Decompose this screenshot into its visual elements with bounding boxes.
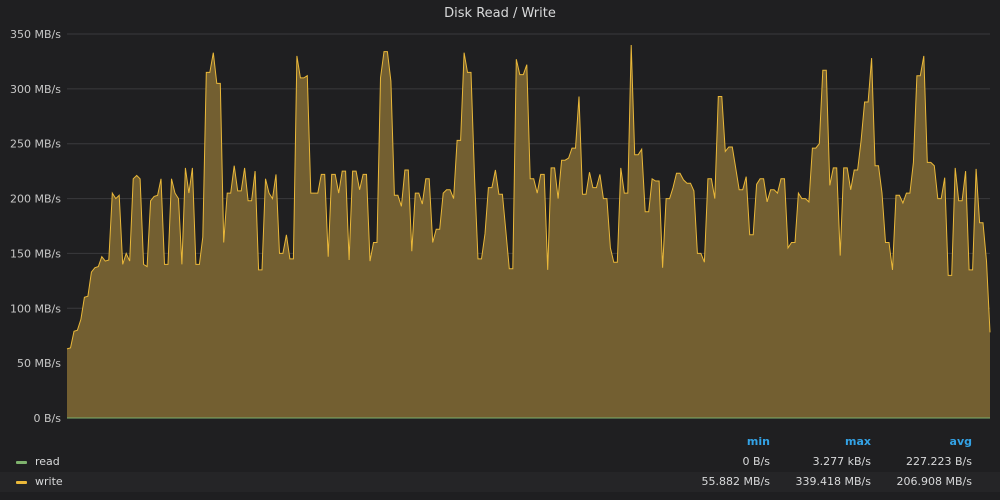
legend-header: min max avg: [0, 432, 1000, 452]
legend-row-write[interactable]: write 55.882 MB/s 339.418 MB/s 206.908 M…: [0, 472, 1000, 492]
legend-series-name-write[interactable]: write: [35, 472, 63, 492]
y-tick-label: 200 MB/s: [10, 193, 61, 206]
write-min-value: 55.882 MB/s: [701, 475, 770, 488]
write-swatch-icon[interactable]: [16, 481, 27, 484]
y-tick-label: 100 MB/s: [10, 302, 61, 315]
disk-io-chart: 0 B/s 50 MB/s 100 MB/s 150 MB/s 200 MB/s 250 …: [10, 28, 991, 425]
legend-header-max[interactable]: max: [845, 432, 871, 452]
legend: min max avg read 0 B/s 3.277 kB/s 227.22…: [0, 432, 1000, 492]
read-min-value: 0 B/s: [742, 455, 770, 468]
y-axis-ticks: 0 B/s 50 MB/s 100 MB/s 150 MB/s 200 MB/s 250 …: [10, 28, 61, 425]
legend-header-min[interactable]: min: [747, 432, 770, 452]
series-layer: [66, 44, 991, 419]
write-max-value: 339.418 MB/s: [795, 475, 871, 488]
legend-header-avg[interactable]: avg: [950, 432, 972, 452]
legend-series-name-read[interactable]: read: [35, 452, 60, 472]
y-tick-label: 350 MB/s: [10, 28, 61, 41]
y-tick-label: 250 MB/s: [10, 138, 61, 151]
y-tick-label: 150 MB/s: [10, 247, 61, 260]
write-avg-value: 206.908 MB/s: [896, 475, 972, 488]
y-tick-label: 50 MB/s: [17, 357, 61, 370]
legend-row-read[interactable]: read 0 B/s 3.277 kB/s 227.223 B/s: [0, 452, 1000, 472]
y-tick-label: 0 B/s: [34, 412, 62, 425]
read-max-value: 3.277 kB/s: [812, 455, 871, 468]
y-tick-label: 300 MB/s: [10, 83, 61, 96]
read-avg-value: 227.223 B/s: [906, 455, 972, 468]
read-swatch-icon[interactable]: [16, 461, 27, 464]
